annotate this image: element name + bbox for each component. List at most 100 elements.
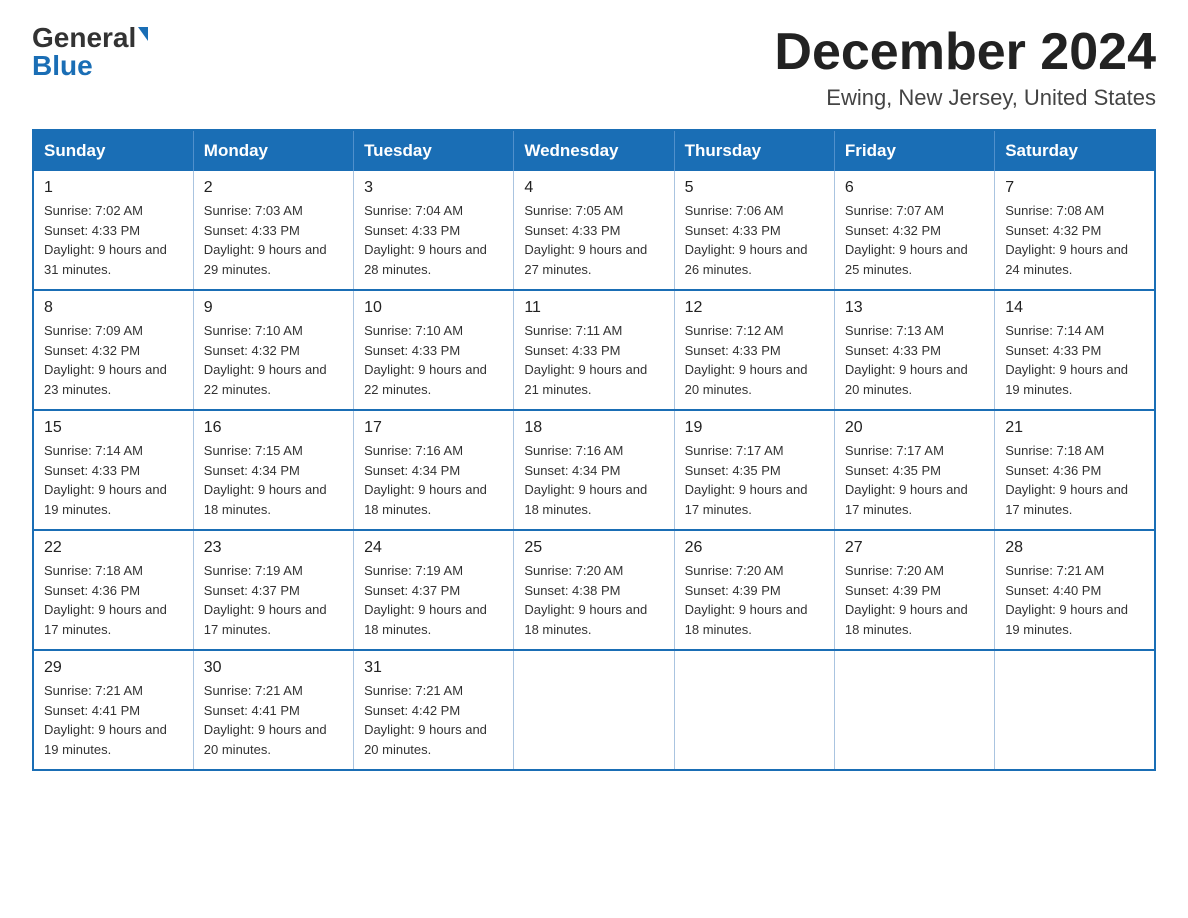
calendar-table: SundayMondayTuesdayWednesdayThursdayFrid…	[32, 129, 1156, 771]
day-info: Sunrise: 7:18 AMSunset: 4:36 PMDaylight:…	[1005, 443, 1128, 517]
calendar-cell: 8 Sunrise: 7:09 AMSunset: 4:32 PMDayligh…	[33, 290, 193, 410]
calendar-cell	[995, 650, 1155, 770]
calendar-cell	[674, 650, 834, 770]
calendar-week-1: 1 Sunrise: 7:02 AMSunset: 4:33 PMDayligh…	[33, 171, 1155, 290]
header-cell-sunday: Sunday	[33, 130, 193, 171]
day-number: 6	[845, 179, 984, 197]
calendar-title: December 2024	[774, 24, 1156, 81]
day-info: Sunrise: 7:17 AMSunset: 4:35 PMDaylight:…	[685, 443, 808, 517]
day-info: Sunrise: 7:02 AMSunset: 4:33 PMDaylight:…	[44, 203, 167, 277]
day-number: 23	[204, 539, 343, 557]
calendar-cell: 5 Sunrise: 7:06 AMSunset: 4:33 PMDayligh…	[674, 171, 834, 290]
logo-blue: Blue	[32, 52, 93, 80]
day-number: 9	[204, 299, 343, 317]
day-info: Sunrise: 7:21 AMSunset: 4:40 PMDaylight:…	[1005, 563, 1128, 637]
calendar-cell: 24 Sunrise: 7:19 AMSunset: 4:37 PMDaylig…	[354, 530, 514, 650]
day-info: Sunrise: 7:13 AMSunset: 4:33 PMDaylight:…	[845, 323, 968, 397]
calendar-cell: 21 Sunrise: 7:18 AMSunset: 4:36 PMDaylig…	[995, 410, 1155, 530]
day-number: 28	[1005, 539, 1144, 557]
day-info: Sunrise: 7:03 AMSunset: 4:33 PMDaylight:…	[204, 203, 327, 277]
day-info: Sunrise: 7:21 AMSunset: 4:41 PMDaylight:…	[44, 683, 167, 757]
calendar-cell: 20 Sunrise: 7:17 AMSunset: 4:35 PMDaylig…	[834, 410, 994, 530]
calendar-cell: 25 Sunrise: 7:20 AMSunset: 4:38 PMDaylig…	[514, 530, 674, 650]
calendar-cell: 16 Sunrise: 7:15 AMSunset: 4:34 PMDaylig…	[193, 410, 353, 530]
calendar-cell: 28 Sunrise: 7:21 AMSunset: 4:40 PMDaylig…	[995, 530, 1155, 650]
day-number: 5	[685, 179, 824, 197]
day-info: Sunrise: 7:06 AMSunset: 4:33 PMDaylight:…	[685, 203, 808, 277]
day-info: Sunrise: 7:16 AMSunset: 4:34 PMDaylight:…	[524, 443, 647, 517]
calendar-cell: 1 Sunrise: 7:02 AMSunset: 4:33 PMDayligh…	[33, 171, 193, 290]
calendar-cell: 2 Sunrise: 7:03 AMSunset: 4:33 PMDayligh…	[193, 171, 353, 290]
day-info: Sunrise: 7:08 AMSunset: 4:32 PMDaylight:…	[1005, 203, 1128, 277]
logo: General Blue	[32, 24, 148, 80]
day-number: 13	[845, 299, 984, 317]
day-info: Sunrise: 7:04 AMSunset: 4:33 PMDaylight:…	[364, 203, 487, 277]
calendar-cell: 4 Sunrise: 7:05 AMSunset: 4:33 PMDayligh…	[514, 171, 674, 290]
day-number: 25	[524, 539, 663, 557]
day-info: Sunrise: 7:10 AMSunset: 4:32 PMDaylight:…	[204, 323, 327, 397]
day-number: 17	[364, 419, 503, 437]
day-number: 19	[685, 419, 824, 437]
day-info: Sunrise: 7:16 AMSunset: 4:34 PMDaylight:…	[364, 443, 487, 517]
calendar-week-4: 22 Sunrise: 7:18 AMSunset: 4:36 PMDaylig…	[33, 530, 1155, 650]
header-cell-saturday: Saturday	[995, 130, 1155, 171]
day-number: 24	[364, 539, 503, 557]
day-info: Sunrise: 7:19 AMSunset: 4:37 PMDaylight:…	[364, 563, 487, 637]
day-info: Sunrise: 7:05 AMSunset: 4:33 PMDaylight:…	[524, 203, 647, 277]
day-info: Sunrise: 7:07 AMSunset: 4:32 PMDaylight:…	[845, 203, 968, 277]
day-info: Sunrise: 7:20 AMSunset: 4:39 PMDaylight:…	[685, 563, 808, 637]
calendar-cell: 26 Sunrise: 7:20 AMSunset: 4:39 PMDaylig…	[674, 530, 834, 650]
calendar-cell: 17 Sunrise: 7:16 AMSunset: 4:34 PMDaylig…	[354, 410, 514, 530]
calendar-cell: 30 Sunrise: 7:21 AMSunset: 4:41 PMDaylig…	[193, 650, 353, 770]
day-info: Sunrise: 7:11 AMSunset: 4:33 PMDaylight:…	[524, 323, 647, 397]
day-number: 22	[44, 539, 183, 557]
day-info: Sunrise: 7:10 AMSunset: 4:33 PMDaylight:…	[364, 323, 487, 397]
calendar-week-2: 8 Sunrise: 7:09 AMSunset: 4:32 PMDayligh…	[33, 290, 1155, 410]
day-info: Sunrise: 7:21 AMSunset: 4:42 PMDaylight:…	[364, 683, 487, 757]
calendar-cell: 10 Sunrise: 7:10 AMSunset: 4:33 PMDaylig…	[354, 290, 514, 410]
day-number: 3	[364, 179, 503, 197]
day-number: 20	[845, 419, 984, 437]
day-number: 8	[44, 299, 183, 317]
day-info: Sunrise: 7:20 AMSunset: 4:39 PMDaylight:…	[845, 563, 968, 637]
calendar-week-5: 29 Sunrise: 7:21 AMSunset: 4:41 PMDaylig…	[33, 650, 1155, 770]
day-info: Sunrise: 7:20 AMSunset: 4:38 PMDaylight:…	[524, 563, 647, 637]
calendar-week-3: 15 Sunrise: 7:14 AMSunset: 4:33 PMDaylig…	[33, 410, 1155, 530]
calendar-cell: 23 Sunrise: 7:19 AMSunset: 4:37 PMDaylig…	[193, 530, 353, 650]
header-cell-wednesday: Wednesday	[514, 130, 674, 171]
day-info: Sunrise: 7:09 AMSunset: 4:32 PMDaylight:…	[44, 323, 167, 397]
day-number: 4	[524, 179, 663, 197]
calendar-cell: 27 Sunrise: 7:20 AMSunset: 4:39 PMDaylig…	[834, 530, 994, 650]
day-number: 26	[685, 539, 824, 557]
calendar-cell: 14 Sunrise: 7:14 AMSunset: 4:33 PMDaylig…	[995, 290, 1155, 410]
page-header: General Blue December 2024 Ewing, New Je…	[32, 24, 1156, 111]
calendar-body: 1 Sunrise: 7:02 AMSunset: 4:33 PMDayligh…	[33, 171, 1155, 770]
day-number: 27	[845, 539, 984, 557]
day-number: 10	[364, 299, 503, 317]
calendar-cell: 19 Sunrise: 7:17 AMSunset: 4:35 PMDaylig…	[674, 410, 834, 530]
calendar-cell: 11 Sunrise: 7:11 AMSunset: 4:33 PMDaylig…	[514, 290, 674, 410]
day-number: 29	[44, 659, 183, 677]
day-number: 31	[364, 659, 503, 677]
calendar-cell: 3 Sunrise: 7:04 AMSunset: 4:33 PMDayligh…	[354, 171, 514, 290]
day-number: 2	[204, 179, 343, 197]
header-cell-friday: Friday	[834, 130, 994, 171]
calendar-cell: 6 Sunrise: 7:07 AMSunset: 4:32 PMDayligh…	[834, 171, 994, 290]
day-number: 21	[1005, 419, 1144, 437]
day-info: Sunrise: 7:12 AMSunset: 4:33 PMDaylight:…	[685, 323, 808, 397]
day-number: 7	[1005, 179, 1144, 197]
calendar-cell	[834, 650, 994, 770]
calendar-cell: 29 Sunrise: 7:21 AMSunset: 4:41 PMDaylig…	[33, 650, 193, 770]
calendar-cell: 13 Sunrise: 7:13 AMSunset: 4:33 PMDaylig…	[834, 290, 994, 410]
calendar-cell	[514, 650, 674, 770]
day-info: Sunrise: 7:17 AMSunset: 4:35 PMDaylight:…	[845, 443, 968, 517]
calendar-cell: 9 Sunrise: 7:10 AMSunset: 4:32 PMDayligh…	[193, 290, 353, 410]
day-number: 18	[524, 419, 663, 437]
calendar-cell: 31 Sunrise: 7:21 AMSunset: 4:42 PMDaylig…	[354, 650, 514, 770]
header-cell-monday: Monday	[193, 130, 353, 171]
calendar-cell: 12 Sunrise: 7:12 AMSunset: 4:33 PMDaylig…	[674, 290, 834, 410]
day-info: Sunrise: 7:19 AMSunset: 4:37 PMDaylight:…	[204, 563, 327, 637]
day-info: Sunrise: 7:21 AMSunset: 4:41 PMDaylight:…	[204, 683, 327, 757]
logo-triangle-icon	[138, 27, 148, 41]
day-info: Sunrise: 7:18 AMSunset: 4:36 PMDaylight:…	[44, 563, 167, 637]
